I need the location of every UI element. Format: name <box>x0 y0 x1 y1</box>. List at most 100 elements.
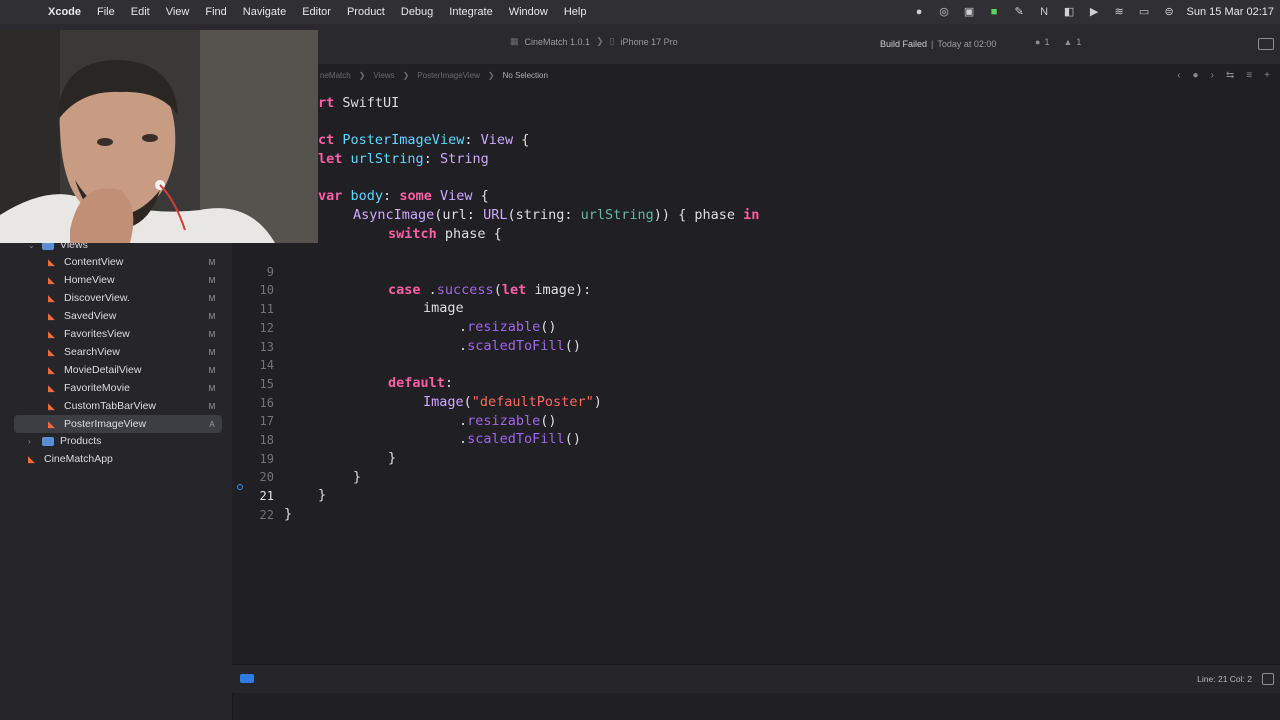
swift-file-icon: ◣ <box>28 454 35 464</box>
swift-file-icon: ◣ <box>48 419 55 429</box>
editor-status-bar: Line: 21 Col: 2 <box>232 664 1280 693</box>
swift-file-icon: ◣ <box>48 257 55 267</box>
navigator-file[interactable]: ◣ SearchView M <box>14 343 222 361</box>
folder-icon <box>42 436 54 446</box>
file-name: SearchView <box>64 346 120 358</box>
breadcrumb-file[interactable]: PosterImageView <box>417 71 480 80</box>
line-number[interactable]: 22 <box>232 506 274 525</box>
code-line: 10 image <box>232 262 464 317</box>
source-editor[interactable]: rt SwiftUI ct PosterImageView: View { le… <box>232 86 1280 664</box>
change-marker-icon <box>237 484 243 490</box>
n-app-icon[interactable]: N <box>1037 6 1052 18</box>
swift-file-icon: ◣ <box>48 293 55 303</box>
navigator-file[interactable]: ◣ FavoritesView M <box>14 325 222 343</box>
status-dot-icon[interactable]: ● <box>912 6 927 18</box>
menu-integrate[interactable]: Integrate <box>441 6 500 18</box>
code-line: 12 .scaledToFill() <box>232 300 581 355</box>
chevron-right-icon: ❯ <box>358 70 366 80</box>
globe-icon[interactable]: ◎ <box>937 6 952 18</box>
back-icon[interactable]: ‹ <box>1177 70 1180 81</box>
display-icon[interactable]: ▣ <box>962 6 977 18</box>
scheme-selector[interactable]: ▦ CineMatch 1.0.1 ❯ ▯ iPhone 17 Pro <box>510 36 678 47</box>
panel-toggle-icon[interactable] <box>1262 673 1274 685</box>
navigator-file[interactable]: ◣ FavoriteMovie M <box>14 379 222 397</box>
battery-icon[interactable]: ▭ <box>1137 6 1152 18</box>
device-name: iPhone 17 Pro <box>620 36 678 47</box>
scm-badge: M <box>208 275 216 285</box>
menu-editor[interactable]: Editor <box>294 6 339 18</box>
menu-window[interactable]: Window <box>501 6 556 18</box>
breadcrumb-folder[interactable]: Views <box>373 71 394 80</box>
add-editor-icon[interactable]: + <box>1264 70 1270 81</box>
error-count[interactable]: 1 <box>1035 37 1049 47</box>
camera-icon[interactable]: ■ <box>987 6 1002 18</box>
menu-clock[interactable]: Sun 15 Mar 02:17 <box>1187 6 1274 18</box>
breadcrumb-project[interactable]: neMatch <box>320 71 351 80</box>
navigator-file-selected[interactable]: ◣ PosterImageView A <box>14 415 222 433</box>
file-name: FavoriteMovie <box>64 382 130 394</box>
code-line: 15 Image("defaultPoster") <box>232 356 602 411</box>
adjust-icon[interactable]: ⇆ <box>1226 70 1234 81</box>
file-name: SavedView <box>64 310 117 322</box>
file-name: CineMatchApp <box>44 453 113 465</box>
chevron-right-icon: ❯ <box>402 70 410 80</box>
wifi-icon[interactable]: ≋ <box>1112 6 1127 18</box>
issue-dot-icon[interactable]: ● <box>1193 70 1199 81</box>
code-line: 14 default: <box>232 337 454 392</box>
scm-badge: M <box>208 311 216 321</box>
play-icon[interactable]: ▶ <box>1087 6 1102 18</box>
cursor-position: Line: 21 Col: 2 <box>1197 674 1252 684</box>
file-name: DiscoverView. <box>64 292 130 304</box>
build-status[interactable]: Build Failed | Today at 02:00 <box>880 33 1020 55</box>
build-time: Today at 02:00 <box>937 39 997 49</box>
warning-count[interactable]: 1 <box>1063 37 1081 47</box>
menu-find[interactable]: Find <box>197 6 234 18</box>
navigator-file[interactable]: ◣ HomeView M <box>14 271 222 289</box>
navigator-file[interactable]: ◣ MovieDetailView M <box>14 361 222 379</box>
build-status-text: Build Failed <box>880 39 928 49</box>
menu-bar: Xcode File Edit View Find Navigate Edito… <box>0 0 1280 24</box>
swift-file-icon: ◣ <box>48 401 55 411</box>
navigator-file[interactable]: ◣ DiscoverView. M <box>14 289 222 307</box>
forward-icon[interactable]: › <box>1211 70 1214 81</box>
control-center-icon[interactable]: ⊜ <box>1162 6 1177 18</box>
code-line: 9 case .success(let image): <box>232 244 591 299</box>
scm-badge: M <box>208 257 216 267</box>
breadcrumb-selection[interactable]: No Selection <box>503 71 548 80</box>
menu-view[interactable]: View <box>158 6 198 18</box>
menu-debug[interactable]: Debug <box>393 6 441 18</box>
menu-help[interactable]: Help <box>556 6 595 18</box>
menu-product[interactable]: Product <box>339 6 393 18</box>
menu-app-xcode[interactable]: Xcode <box>40 6 89 18</box>
issue-counts[interactable]: 1 1 <box>1035 37 1081 47</box>
scm-badge: M <box>208 329 216 339</box>
webcam-overlay <box>0 30 318 243</box>
navigator-file[interactable]: ◣ SavedView M <box>14 307 222 325</box>
code-line: 20 } <box>232 449 327 504</box>
editor-nav-controls: ‹ ● › ⇆ ≡ + <box>1177 70 1270 81</box>
pen-icon[interactable]: ✎ <box>1012 6 1027 18</box>
inspector-toggle-icon[interactable] <box>1258 38 1274 50</box>
swift-file-icon: ◣ <box>48 383 55 393</box>
navigator-app-file[interactable]: ◣ CineMatchApp <box>14 450 222 468</box>
debug-area-toggle-icon[interactable] <box>240 674 254 683</box>
code-line: 18 } <box>232 412 397 467</box>
scm-badge: M <box>208 293 216 303</box>
file-name: PosterImageView <box>64 418 147 430</box>
layers-icon[interactable]: ◧ <box>1062 6 1077 18</box>
navigator-file[interactable]: ◣ ContentView M <box>14 253 222 271</box>
menu-navigate[interactable]: Navigate <box>235 6 294 18</box>
menu-file[interactable]: File <box>89 6 123 18</box>
swift-file-icon: ◣ <box>48 329 55 339</box>
file-name: HomeView <box>64 274 115 286</box>
jump-bar: neMatch ❯ Views ❯ PosterImageView ❯ No S… <box>232 64 1280 86</box>
code-line: 16 .resizable() <box>232 375 557 430</box>
navigator-group-products[interactable]: › Products <box>14 432 222 450</box>
menu-edit[interactable]: Edit <box>123 6 158 18</box>
lines-icon[interactable]: ≡ <box>1246 70 1252 81</box>
chevron-right-icon[interactable]: › <box>28 437 38 446</box>
file-name: ContentView <box>64 256 124 268</box>
swift-file-icon: ◣ <box>48 365 55 375</box>
file-name: CustomTabBarView <box>64 400 157 412</box>
navigator-file[interactable]: ◣ CustomTabBarView M <box>14 397 222 415</box>
